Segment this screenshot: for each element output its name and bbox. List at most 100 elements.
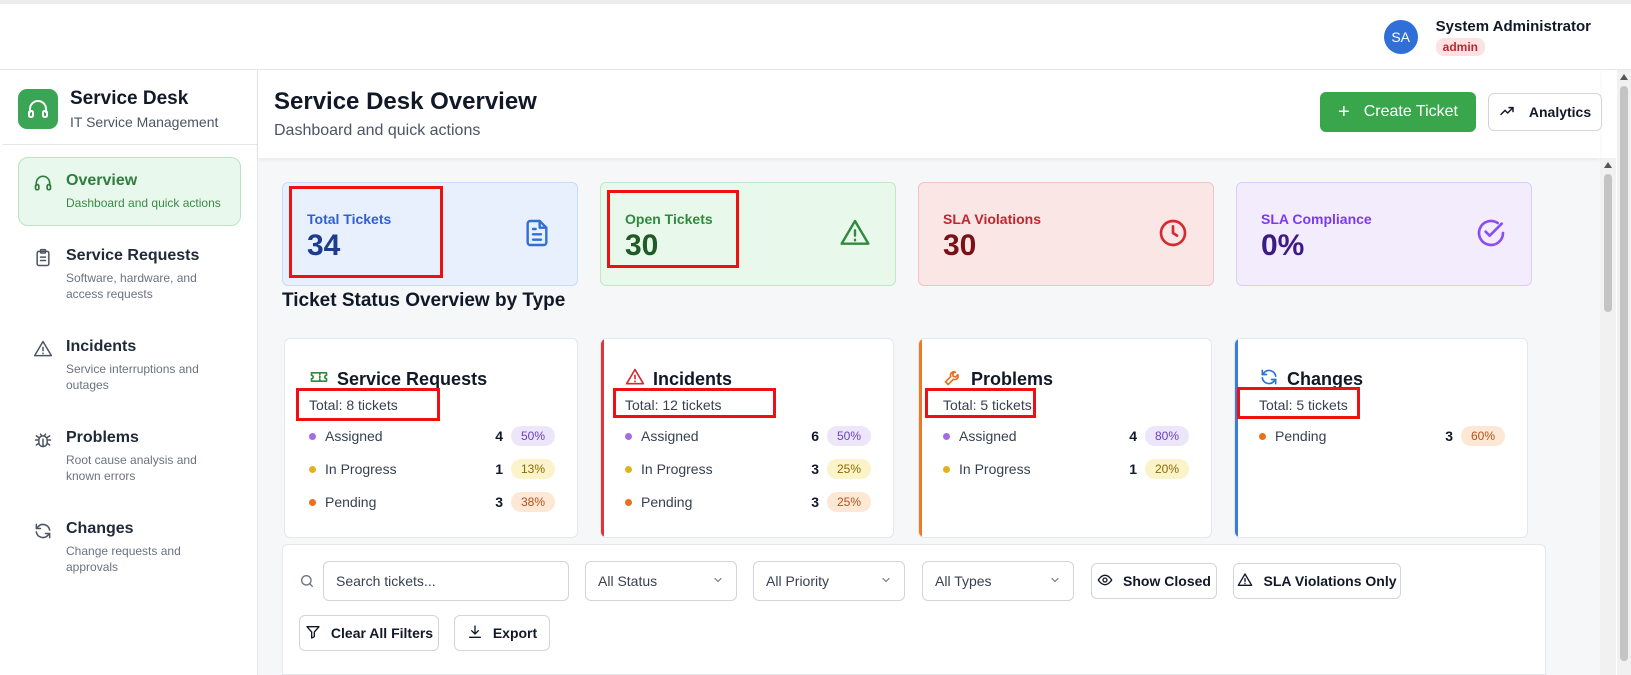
scroll-up-arrow[interactable] (1620, 74, 1628, 80)
eye-icon (1097, 572, 1113, 591)
sidebar-item-overview[interactable]: Overview Dashboard and quick actions (18, 157, 241, 226)
page-title: Service Desk Overview (274, 88, 537, 115)
clear-all-filters-button[interactable]: Clear All Filters (299, 615, 439, 651)
status-row-in-progress: In Progress 3 25% (625, 458, 871, 480)
sidebar-item-incidents[interactable]: Incidents Service interruptions and outa… (18, 323, 241, 408)
stat-card-sla-violations[interactable]: SLA Violations 30 (918, 182, 1214, 286)
status-percent: 80% (1145, 426, 1189, 446)
status-select-value: All Status (598, 573, 658, 589)
page-header: Service Desk Overview Dashboard and quic… (258, 70, 1602, 158)
status-row-pending: Pending 3 25% (625, 491, 871, 513)
status-select[interactable]: All Status (585, 561, 737, 601)
scroll-up-arrow[interactable] (1604, 162, 1612, 168)
status-dot (309, 465, 316, 473)
create-ticket-button[interactable]: + Create Ticket (1320, 92, 1476, 132)
scroll-thumb[interactable] (1620, 86, 1628, 661)
sla-violations-only-label: SLA Violations Only (1263, 573, 1397, 589)
sidebar-item-label: Problems (66, 429, 139, 446)
brand-subtitle: IT Service Management (70, 114, 219, 130)
chevron-down-icon (712, 573, 724, 589)
sidebar-item-desc: Change requests and approvals (66, 544, 181, 574)
priority-select-value: All Priority (766, 573, 830, 589)
status-dot (309, 432, 316, 440)
type-title: Problems (971, 369, 1054, 389)
export-button[interactable]: Export (454, 615, 550, 651)
status-percent: 13% (511, 459, 555, 479)
status-row-assigned: Assigned 4 50% (309, 425, 555, 447)
sla-violations-only-button[interactable]: SLA Violations Only (1233, 563, 1401, 599)
create-ticket-label: Create Ticket (1363, 103, 1458, 120)
scroll-thumb[interactable] (1604, 174, 1612, 312)
highlight-box-service-requests-total (296, 388, 440, 421)
highlight-box-problems-total (925, 388, 1036, 418)
headset-icon (18, 89, 58, 129)
bug-icon (32, 429, 54, 451)
status-label: Pending (641, 494, 693, 510)
status-row-pending: Pending 3 38% (309, 491, 555, 513)
status-percent: 38% (511, 492, 555, 512)
status-row-assigned: Assigned 6 50% (625, 425, 871, 447)
warning-icon (839, 217, 871, 249)
status-row-pending: Pending 3 60% (1259, 425, 1505, 447)
page-scrollbar[interactable] (1617, 70, 1631, 675)
type-card-service-requests[interactable]: Service Requests Total: 8 tickets Assign… (284, 338, 578, 538)
highlight-box-total-tickets (289, 186, 443, 278)
filter-icon (305, 624, 321, 643)
sidebar-item-service-requests[interactable]: Service Requests Software, hardware, and… (18, 232, 241, 317)
type-title: Incidents (653, 369, 733, 389)
status-dot (625, 465, 632, 473)
avatar[interactable]: SA (1383, 20, 1418, 54)
sidebar-item-changes[interactable]: Changes Change requests and approvals (18, 505, 241, 590)
status-label: Assigned (325, 428, 383, 444)
priority-select[interactable]: All Priority (753, 561, 905, 601)
content-scrollbar[interactable] (1600, 158, 1616, 675)
show-closed-button[interactable]: Show Closed (1091, 563, 1217, 599)
stat-card-sla-compliance[interactable]: SLA Compliance 0% (1236, 182, 1532, 286)
status-row-assigned: Assigned 4 80% (943, 425, 1189, 447)
user-menu[interactable]: SA System Administrator admin (1383, 18, 1591, 56)
search-field (323, 561, 569, 601)
type-select-value: All Types (935, 573, 992, 589)
status-row-in-progress: In Progress 1 13% (309, 458, 555, 480)
type-card-incidents[interactable]: Incidents Total: 12 tickets Assigned 6 5… (600, 338, 894, 538)
status-percent: 20% (1145, 459, 1189, 479)
status-label: In Progress (959, 461, 1031, 477)
headset-icon (32, 172, 54, 194)
analytics-button[interactable]: Analytics (1488, 93, 1602, 131)
analytics-label: Analytics (1528, 104, 1592, 120)
status-dot (625, 498, 632, 506)
type-select[interactable]: All Types (922, 561, 1074, 601)
status-percent: 25% (827, 492, 871, 512)
status-percent: 50% (827, 426, 871, 446)
status-dot (943, 432, 950, 440)
brand: Service Desk IT Service Management (2, 70, 257, 145)
status-count: 3 (1445, 428, 1453, 444)
status-label: In Progress (641, 461, 713, 477)
search-input[interactable] (324, 562, 568, 600)
status-percent: 60% (1461, 426, 1505, 446)
search-icon (299, 573, 315, 594)
sidebar-item-problems[interactable]: Problems Root cause analysis and known e… (18, 414, 241, 499)
status-count: 4 (1129, 428, 1137, 444)
type-card-changes[interactable]: Changes Total: 5 tickets Pending 3 60% (1234, 338, 1528, 538)
status-dot (625, 432, 632, 440)
status-label: Assigned (959, 428, 1017, 444)
status-count: 1 (1129, 461, 1137, 477)
filter-panel: All Status All Priority All Types Show C… (282, 544, 1546, 675)
status-label: Pending (325, 494, 377, 510)
status-label: Pending (1275, 428, 1327, 444)
show-closed-label: Show Closed (1123, 573, 1211, 589)
card-accent (919, 339, 922, 537)
sidebar: Service Desk IT Service Management Overv… (2, 70, 258, 675)
export-label: Export (492, 625, 538, 641)
chevron-down-icon (1049, 573, 1061, 589)
page-subtitle: Dashboard and quick actions (274, 122, 481, 139)
sidebar-item-desc: Dashboard and quick actions (66, 196, 221, 210)
status-count: 3 (811, 494, 819, 510)
stat-label: SLA Violations (943, 211, 1042, 227)
stat-value: 0% (1261, 229, 1305, 262)
status-dot (309, 498, 316, 506)
type-card-problems[interactable]: Problems Total: 5 tickets Assigned 4 80%… (918, 338, 1212, 538)
sidebar-item-desc: Software, hardware, and access requests (66, 271, 197, 301)
clock-icon (1157, 217, 1189, 249)
